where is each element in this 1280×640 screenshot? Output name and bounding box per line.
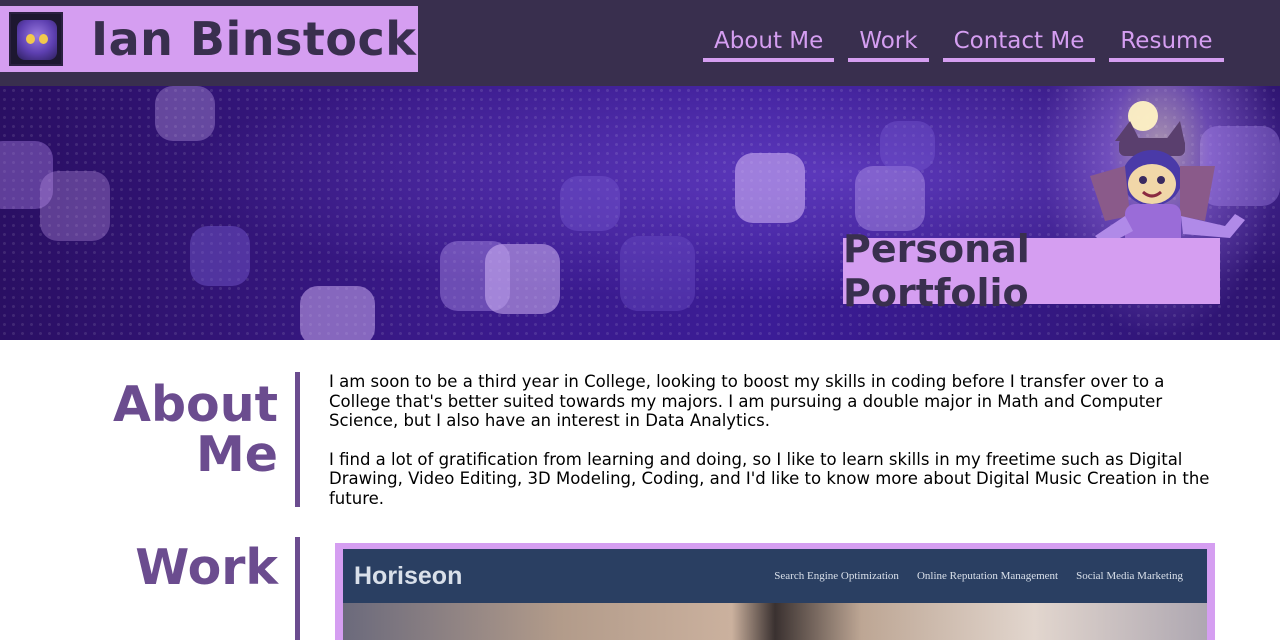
bokeh-shape (190, 226, 250, 286)
nav-contact-me[interactable]: Contact Me (942, 24, 1096, 62)
nav-work[interactable]: Work (848, 24, 929, 62)
main-nav: About Me Work Contact Me Resume (703, 24, 1238, 62)
site-owner-name: Ian Binstock (91, 12, 417, 66)
bokeh-shape (735, 153, 805, 223)
project-site-logo: Horiseon (354, 561, 463, 590)
about-heading: About Me (113, 380, 278, 480)
work-divider (295, 537, 300, 640)
about-divider (295, 372, 300, 507)
bokeh-shape (880, 121, 935, 171)
bokeh-shape (620, 236, 695, 311)
project-nav-item: Online Reputation Management (916, 570, 1059, 582)
hero-title: Personal Portfolio (843, 227, 1220, 315)
about-paragraph: I am soon to be a third year in College,… (329, 372, 1165, 430)
hero-banner: Personal Portfolio (0, 86, 1280, 340)
about-text: I am soon to be a third year in College,… (329, 372, 1229, 527)
project-site-header: Horiseon Search Engine Optimization Onli… (343, 549, 1207, 603)
about-heading-line2: Me (196, 426, 278, 483)
brand[interactable]: Ian Binstock (0, 6, 418, 72)
project-nav-item: Search Engine Optimization (774, 570, 899, 582)
project-hero-photo (343, 603, 1207, 640)
site-header: Ian Binstock About Me Work Contact Me Re… (0, 0, 1280, 86)
bokeh-shape (855, 166, 925, 231)
work-project-card[interactable]: Horiseon Search Engine Optimization Onli… (335, 543, 1215, 640)
project-nav-item: Social Media Marketing (1076, 570, 1183, 582)
bokeh-shape (485, 244, 560, 314)
bokeh-shape (40, 171, 110, 241)
project-site-nav: Search Engine Optimization Online Reputa… (756, 570, 1183, 582)
nav-about-me[interactable]: About Me (703, 24, 835, 62)
nav-resume[interactable]: Resume (1109, 24, 1224, 62)
bokeh-shape (155, 86, 215, 141)
about-heading-line1: About (113, 376, 278, 433)
work-heading: Work (135, 539, 278, 596)
avatar-cat-icon (9, 12, 63, 66)
bokeh-shape (300, 286, 375, 340)
about-paragraph: I find a lot of gratification from learn… (329, 449, 1210, 508)
bokeh-shape (560, 176, 620, 231)
